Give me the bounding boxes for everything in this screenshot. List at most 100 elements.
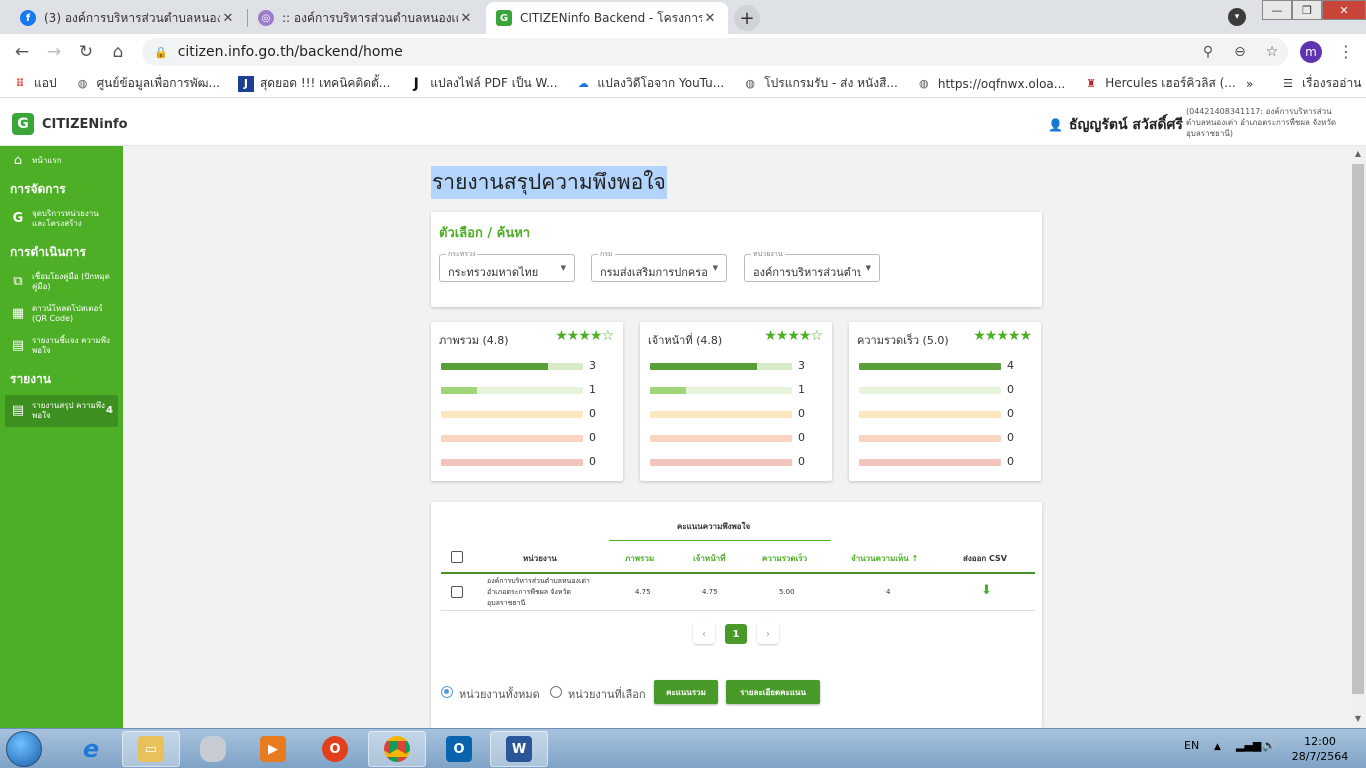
taskbar-outlook[interactable]: O bbox=[430, 731, 488, 767]
taskbar-network[interactable] bbox=[184, 731, 242, 767]
sidebar-item-service-points[interactable]: G จุดบริการหน่วยงาน และโครงสร้าง bbox=[0, 203, 123, 235]
sitemap-icon: ⧉ bbox=[13, 274, 23, 289]
bookmark-item[interactable]: ☁ แปลงวิดีโอจาก YouTu... bbox=[575, 74, 724, 93]
network-drive-icon bbox=[200, 736, 226, 762]
browser-tab-site[interactable]: ◎ :: องค์การบริหารส่วนตำบลหนองเต่า อำ ✕ bbox=[248, 2, 484, 34]
bookmark-item[interactable]: ◍ https://oqfnwx.oloa... bbox=[916, 76, 1065, 92]
radio-all-units-label[interactable]: หน่วยงานทั้งหมด bbox=[459, 685, 540, 703]
bookmark-label: โปรแกรมรับ - ส่ง หนังสื... bbox=[764, 76, 898, 90]
row-overall: 4.75 bbox=[635, 588, 651, 596]
rating-bar-fill bbox=[441, 363, 548, 370]
location-icon[interactable]: ⚲ bbox=[1192, 44, 1224, 60]
zoom-icon[interactable]: ⊖ bbox=[1224, 44, 1256, 60]
tab-search-icon[interactable]: ▾ bbox=[1228, 8, 1246, 26]
column-header-speed[interactable]: ความรวดเร็ว bbox=[762, 552, 807, 565]
taskbar-ie[interactable]: e bbox=[62, 731, 120, 767]
bookmark-item[interactable]: J สุดยอด !!! เทคนิคติดตั้... bbox=[237, 74, 390, 93]
system-clock[interactable]: 12:00 28/7/2564 bbox=[1290, 734, 1350, 764]
pagination-next[interactable]: › bbox=[757, 624, 779, 644]
rating-bar-count: 1 bbox=[798, 383, 805, 396]
network-signal-icon[interactable]: ▂▄▆ bbox=[1236, 739, 1261, 752]
column-header-visits[interactable]: จำนวนความเห็น ↑ bbox=[851, 552, 918, 565]
caret-down-icon: ▼ bbox=[865, 264, 871, 272]
rating-bar-5-star bbox=[650, 363, 792, 370]
forward-icon[interactable]: → bbox=[38, 42, 70, 62]
sidebar-item-label: รายงานสรุป ความพึงพอใจ bbox=[32, 401, 105, 420]
brand-name: CITIZENinfo bbox=[42, 116, 128, 132]
taskbar-explorer[interactable]: ▭ bbox=[122, 731, 180, 767]
scroll-down-icon[interactable]: ▼ bbox=[1350, 714, 1366, 723]
volume-icon[interactable]: 🔊 bbox=[1262, 739, 1276, 752]
url-text[interactable]: citizen.info.go.th/backend/home bbox=[178, 44, 1192, 60]
language-indicator[interactable]: EN bbox=[1184, 739, 1199, 752]
scrollbar-thumb[interactable] bbox=[1352, 164, 1364, 694]
brand-logo[interactable]: G CITIZENinfo bbox=[12, 113, 128, 135]
bookmark-item[interactable]: ◍ ศูนย์ข้อมูลเพื่อการพัฒ... bbox=[75, 74, 220, 93]
rating-bar-4-star bbox=[441, 387, 583, 394]
column-header-staff[interactable]: เจ้าหน้าที่ bbox=[693, 552, 725, 565]
select-label: กระทรวง bbox=[446, 249, 478, 260]
browser-tab-citizeninfo[interactable]: G CITIZENinfo Backend - โครงการกา ✕ bbox=[486, 2, 728, 34]
unit-select[interactable]: หน่วยงาน องค์การบริหารส่วนตำบ ▼ bbox=[744, 249, 880, 282]
taskbar-media[interactable]: ▶ bbox=[244, 731, 302, 767]
rating-bar-2-star bbox=[859, 435, 1001, 442]
page-title: รายงานสรุปความพึงพอใจ bbox=[431, 166, 667, 199]
address-bar[interactable]: 🔒 citizen.info.go.th/backend/home ⚲ ⊖ ☆ bbox=[142, 38, 1288, 66]
start-button[interactable] bbox=[6, 731, 42, 767]
taskbar-office[interactable]: O bbox=[306, 731, 364, 767]
browser-tab-facebook[interactable]: f (3) องค์การบริหารส่วนตำบลหนองเต่า | ✕ bbox=[10, 2, 246, 34]
close-window-icon[interactable]: ✕ bbox=[1322, 0, 1366, 20]
tab-close-icon[interactable]: ✕ bbox=[458, 11, 474, 26]
sidebar-item-link-manual[interactable]: ⧉ เชื่อมโยงคู่มือ (ปักหมุดคู่มือ) bbox=[0, 266, 123, 298]
select-all-checkbox[interactable] bbox=[451, 551, 463, 563]
sidebar-item-satisfaction-report[interactable]: ▤ รายงานสรุป ความพึงพอใจ 4 bbox=[5, 395, 118, 427]
pagination-page-1[interactable]: 1 bbox=[725, 624, 747, 644]
taskbar-word[interactable]: W bbox=[490, 731, 548, 767]
sidebar-item-explain-report[interactable]: ▤ รายงานชี้แจง ความพึงพอใจ bbox=[0, 330, 123, 362]
column-header-unit[interactable]: หน่วยงาน bbox=[523, 552, 557, 565]
pagination-prev[interactable]: ‹ bbox=[693, 624, 715, 644]
bookmark-item[interactable]: ♜ Hercules เฮอร์คิวลิส (... bbox=[1083, 74, 1235, 93]
ministry-select[interactable]: กระทรวง กระทรวงมหาดไทย ▼ bbox=[439, 249, 575, 282]
back-icon[interactable]: ← bbox=[6, 42, 38, 62]
column-header-overall[interactable]: ภาพรวม bbox=[625, 552, 654, 565]
reload-icon[interactable]: ↻ bbox=[70, 42, 102, 62]
page-scrollbar[interactable]: ▲ ▼ bbox=[1350, 146, 1366, 728]
bookmark-item[interactable]: J แปลงไฟล์ PDF เป็น W... bbox=[408, 74, 558, 93]
user-menu[interactable]: 👤 ธัญญรัตน์ สวัสดิ์ศรี bbox=[1048, 114, 1183, 136]
summary-score-button[interactable]: คะแนนรวม bbox=[654, 680, 718, 704]
download-icon[interactable]: ⬇ bbox=[981, 583, 992, 598]
tab-close-icon[interactable]: ✕ bbox=[702, 11, 718, 26]
bookmarks-overflow[interactable]: » bbox=[1246, 77, 1253, 91]
radio-selected-units-label[interactable]: หน่วยงานที่เลือก bbox=[568, 685, 645, 703]
sidebar-item-download-poster[interactable]: ▦ ดาวน์โหลดโปสเตอร์ (QR Code) bbox=[0, 298, 123, 330]
profile-avatar[interactable]: m bbox=[1300, 41, 1322, 63]
radio-all-units[interactable] bbox=[441, 686, 453, 698]
sidebar-item-home[interactable]: ⌂ หน้าแรก bbox=[0, 146, 123, 172]
reading-list[interactable]: ☰ เรื่องรออ่าน bbox=[1280, 74, 1361, 93]
row-checkbox[interactable] bbox=[451, 586, 463, 598]
maximize-icon[interactable]: ❐ bbox=[1292, 0, 1322, 20]
tray-expand-icon[interactable]: ▲ bbox=[1214, 742, 1221, 752]
scroll-up-icon[interactable]: ▲ bbox=[1350, 149, 1366, 158]
caret-down-icon: ▼ bbox=[560, 264, 566, 272]
tab-close-icon[interactable]: ✕ bbox=[220, 11, 236, 26]
sidebar-item-label: ดาวน์โหลดโปสเตอร์ (QR Code) bbox=[32, 304, 103, 323]
rating-bar-count: 0 bbox=[589, 455, 596, 468]
score-detail-button[interactable]: รายละเอียดคะแนน bbox=[726, 680, 820, 704]
row-speed: 5.00 bbox=[779, 588, 795, 596]
lock-icon[interactable]: 🔒 bbox=[154, 46, 168, 59]
bookmark-item[interactable]: ◍ โปรแกรมรับ - ส่ง หนังสื... bbox=[742, 74, 898, 93]
rating-card-title: เจ้าหน้าที่ (4.8) bbox=[648, 334, 723, 347]
folder-icon: ▭ bbox=[138, 736, 164, 762]
taskbar-chrome[interactable] bbox=[368, 731, 426, 767]
bookmark-star-icon[interactable]: ☆ bbox=[1256, 44, 1288, 60]
browser-menu-icon[interactable]: ⋮ bbox=[1338, 42, 1354, 61]
rating-bar-1-star bbox=[650, 459, 792, 466]
new-tab-button[interactable]: + bbox=[734, 5, 760, 31]
radio-selected-units[interactable] bbox=[550, 686, 562, 698]
home-icon[interactable]: ⌂ bbox=[102, 42, 134, 62]
minimize-icon[interactable]: — bbox=[1262, 0, 1292, 20]
department-select[interactable]: กรม กรมส่งเสริมการปกครอ ▼ bbox=[591, 249, 727, 282]
bookmark-apps[interactable]: ⠿ แอป bbox=[12, 74, 57, 93]
